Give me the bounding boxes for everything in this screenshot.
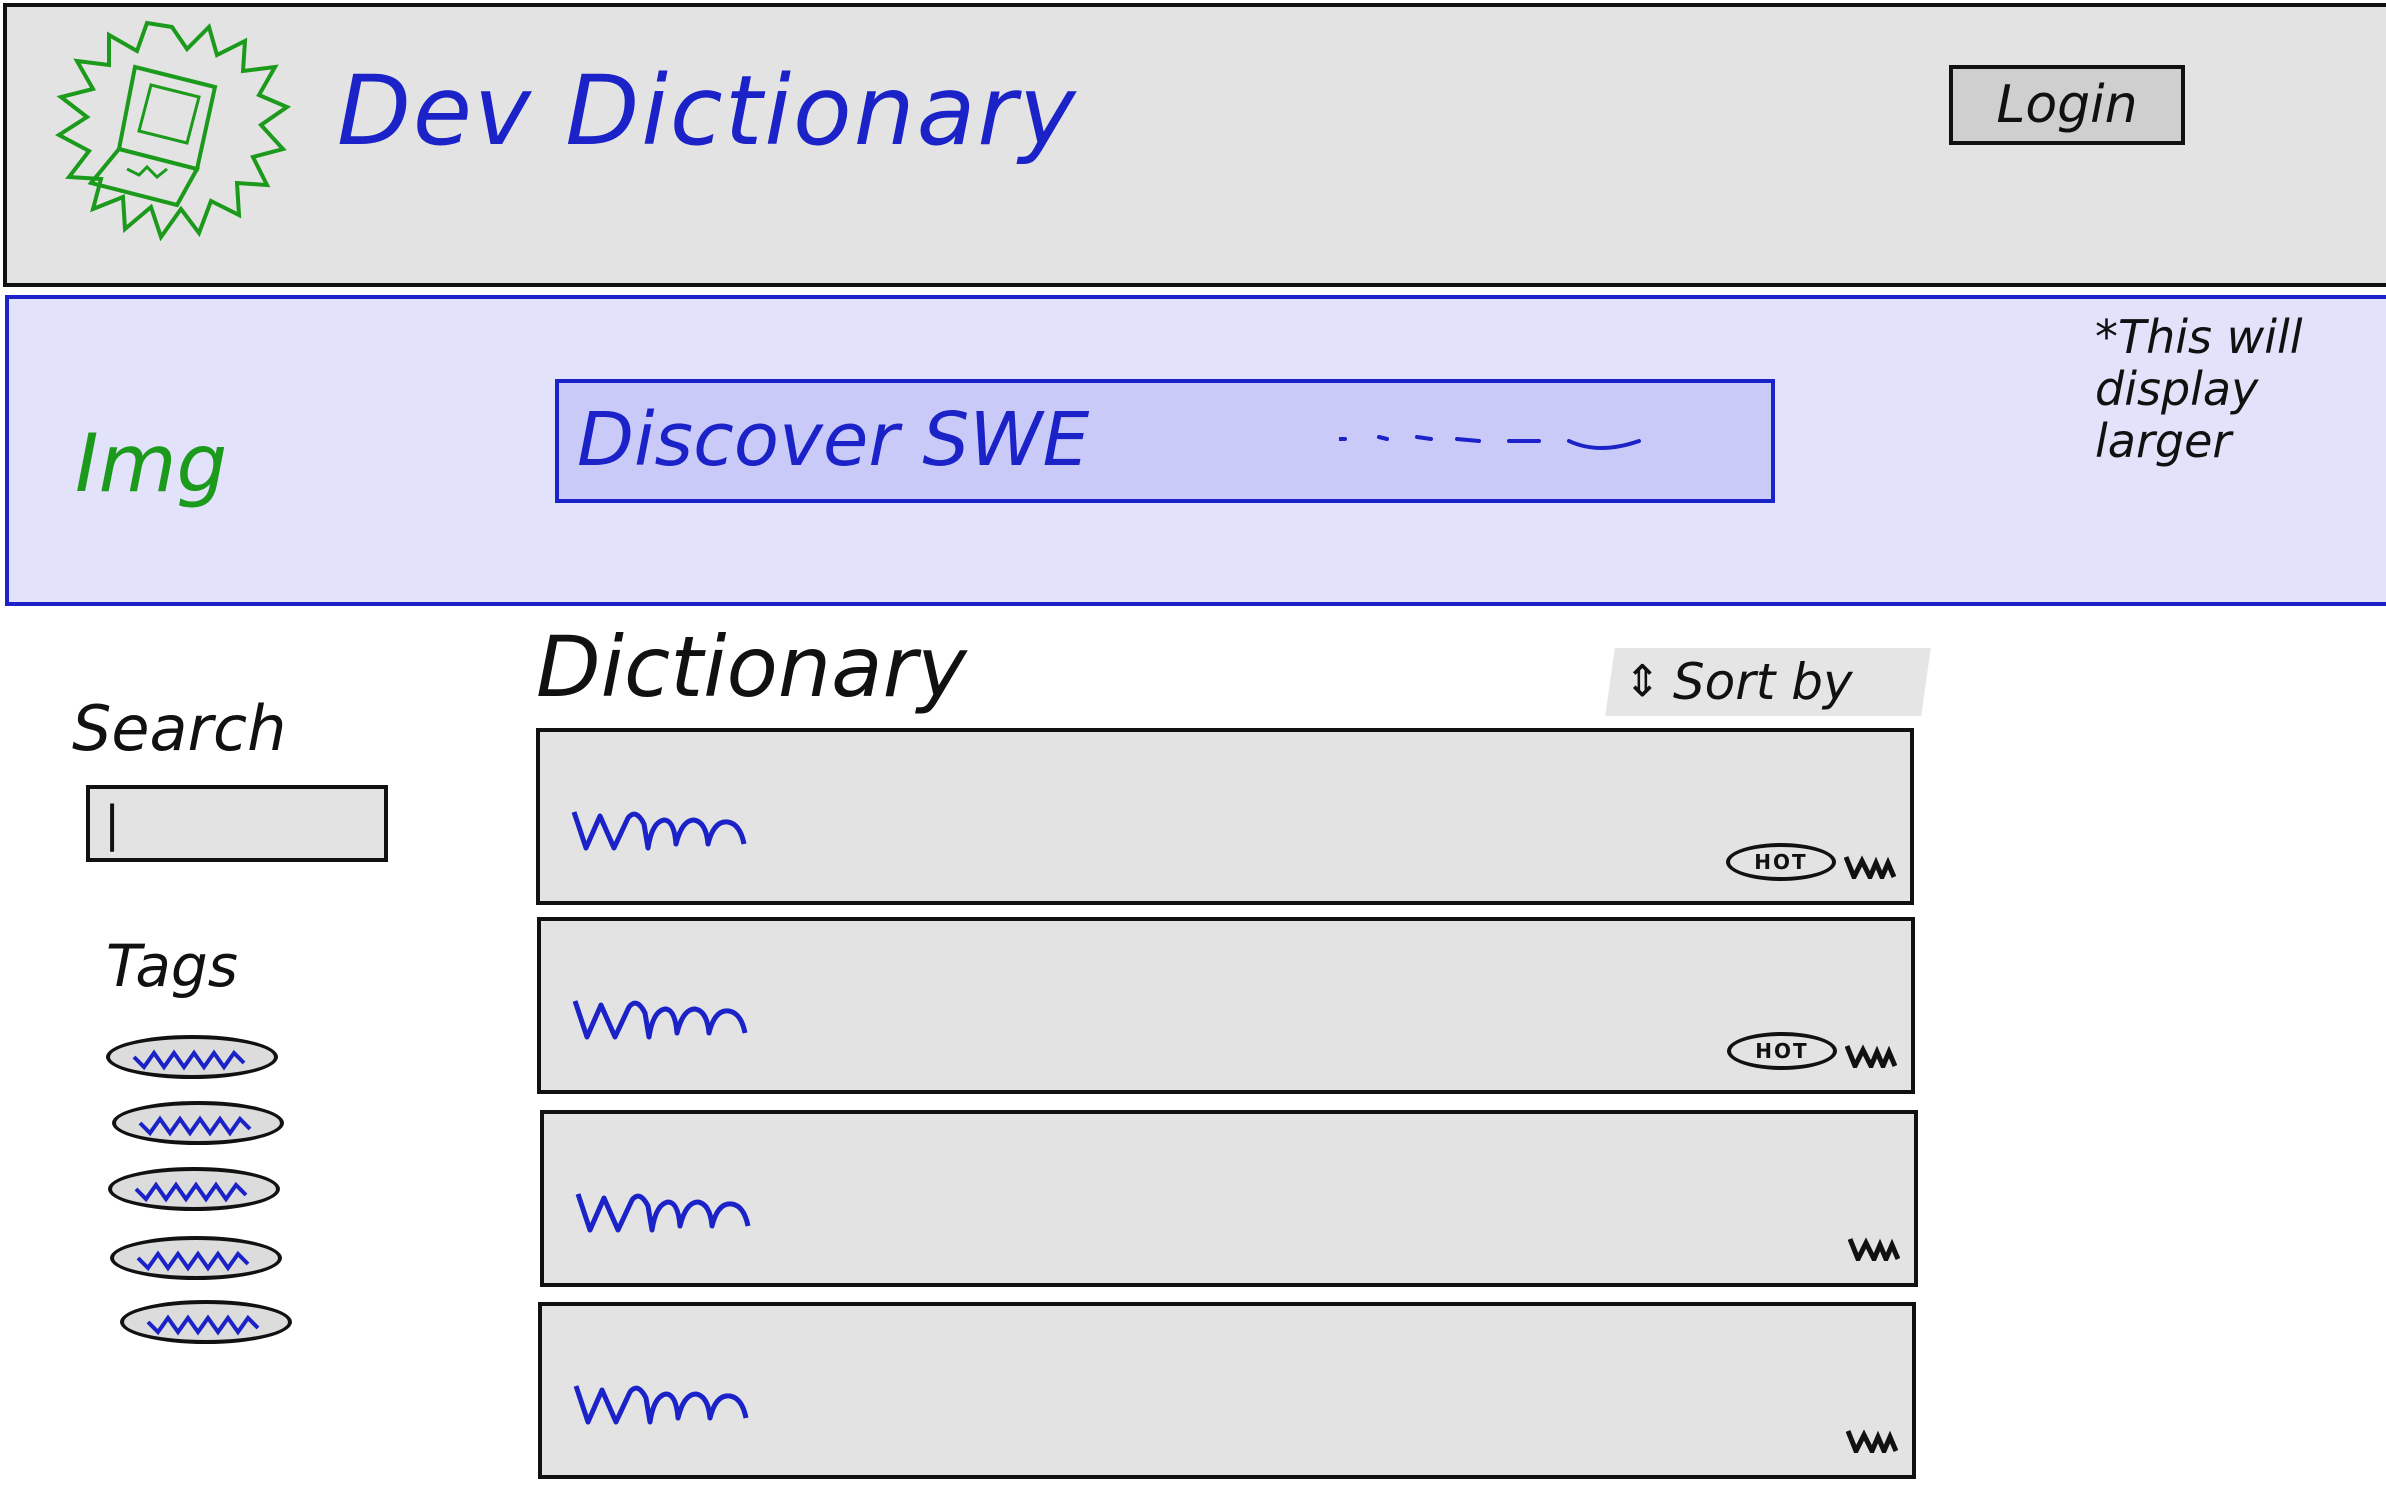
tag-label-squiggle [132,1049,246,1071]
login-button[interactable]: Login [1949,65,2185,145]
hot-badge: HOT [1727,1032,1837,1070]
tag-label-squiggle [134,1181,248,1203]
entry-meta-squiggle [1845,1044,1897,1068]
sort-by-label: Sort by [1672,653,1853,711]
entry-title-squiggle [573,1385,749,1425]
entry-meta-squiggle [1844,855,1896,879]
laptop-logo-icon [55,20,292,242]
banner-search-bar[interactable]: Discover SWE [555,379,1775,503]
entry-title-squiggle [571,811,747,851]
banner-placeholder-scribble [1339,435,1641,450]
tag-pill[interactable] [120,1300,292,1344]
dictionary-entry[interactable]: HOT [536,728,1914,905]
hero-banner: Img Discover SWE *This will display larg… [5,295,2386,606]
search-label: Search [72,692,287,765]
entry-title-squiggle [572,1000,748,1040]
hot-badge: HOT [1726,843,1836,881]
sort-by-button[interactable]: ⇕ Sort by [1605,648,1931,716]
banner-image-placeholder: Img [75,417,228,510]
tag-pill[interactable] [108,1167,280,1211]
search-input[interactable] [86,785,388,862]
tag-label-squiggle [138,1115,252,1137]
entry-title-squiggle [575,1193,751,1233]
entry-meta-squiggle [1846,1429,1898,1453]
dictionary-entry[interactable]: HOT [537,917,1915,1094]
tag-pill[interactable] [110,1236,282,1280]
top-header: Dev Dictionary Login [3,3,2386,287]
entry-meta-squiggle [1848,1237,1900,1261]
banner-note: *This will display larger [2095,310,2303,468]
tag-label-squiggle [136,1250,250,1272]
banner-search-text: Discover SWE [577,397,1090,483]
dictionary-entry[interactable] [538,1302,1916,1479]
app-title: Dev Dictionary [337,55,1078,167]
tags-label: Tags [106,932,238,1000]
tag-label-squiggle [146,1314,260,1336]
dictionary-entry[interactable] [540,1110,1918,1287]
sort-arrows-icon: ⇕ [1624,656,1661,707]
tag-pill[interactable] [112,1101,284,1145]
dictionary-title: Dictionary [536,618,967,716]
tag-pill[interactable] [106,1035,278,1079]
